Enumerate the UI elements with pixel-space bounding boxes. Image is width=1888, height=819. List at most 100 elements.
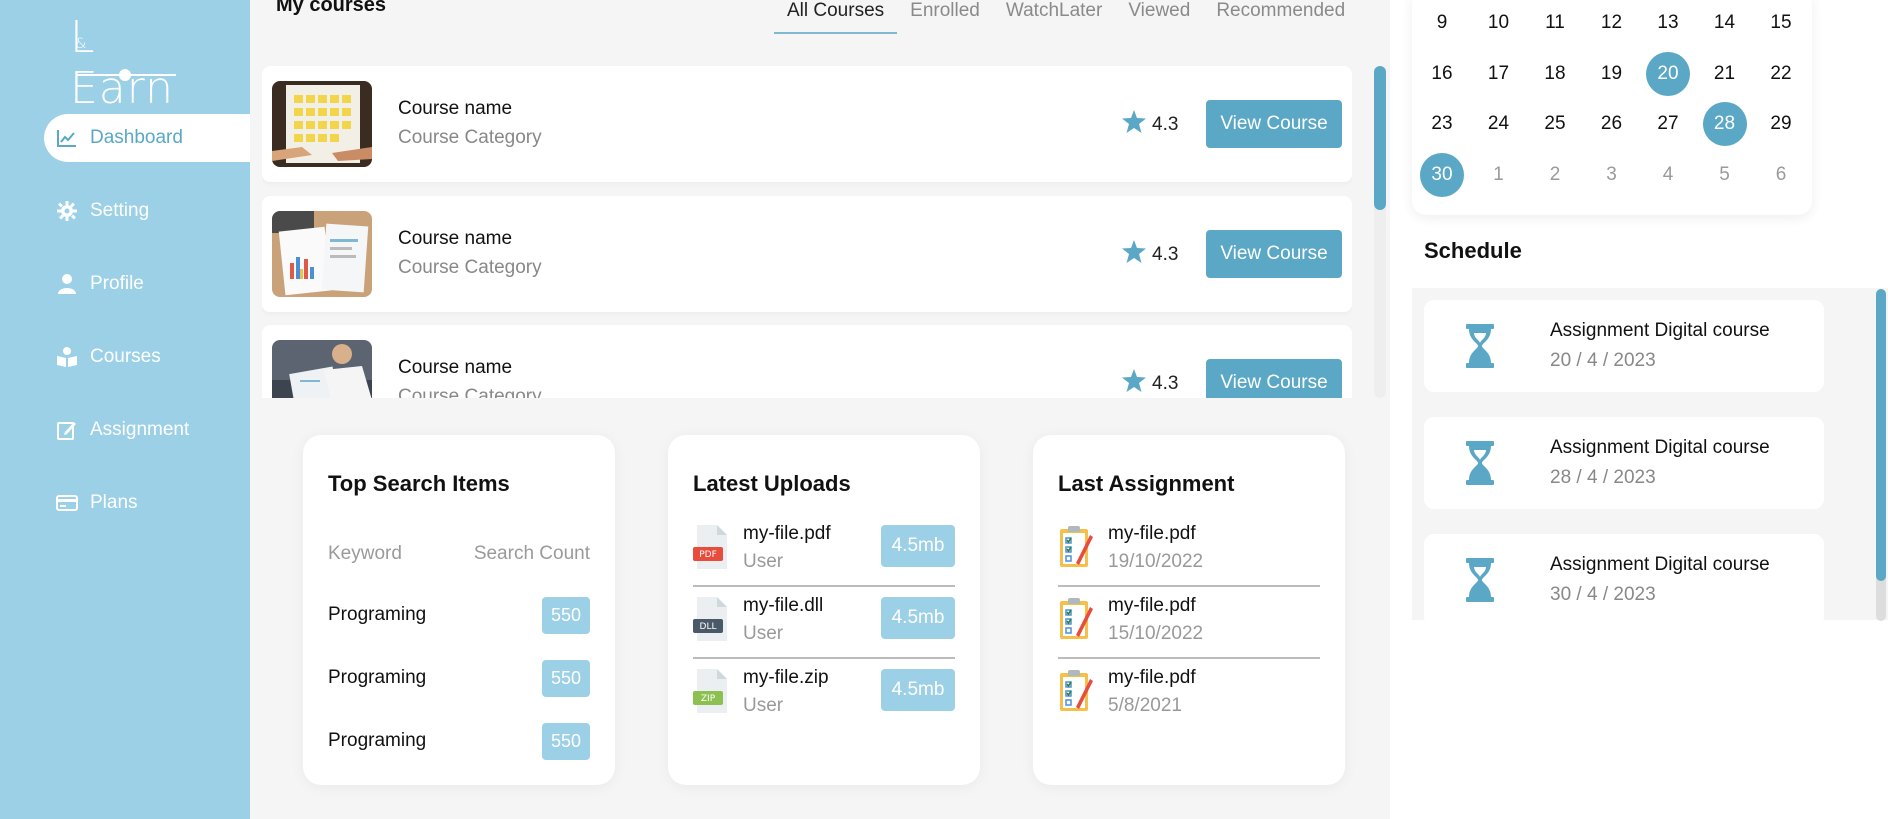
calendar: 9 10 11 12 13 14 15 16 17 18 19 20 21 22 23 24 25 26 27 28 2… xyxy=(1412,0,1812,215)
calendar-day[interactable]: 4 xyxy=(1646,153,1690,197)
schedule-list[interactable]: Assignment Digital course 20 / 4 / 2023 … xyxy=(1412,288,1888,620)
file-owner: User xyxy=(743,623,784,644)
list-item[interactable]: my-file.pdf 15/10/2022 xyxy=(1058,587,1320,659)
calendar-day[interactable]: 14 xyxy=(1703,1,1747,45)
calendar-day[interactable]: 18 xyxy=(1533,52,1577,96)
assignment-date: 15/10/2022 xyxy=(1108,623,1204,644)
sidebar: L&Earn Dashboard Setting Profile Courses… xyxy=(0,0,250,819)
book-reader-icon xyxy=(56,346,78,368)
schedule-item[interactable]: Assignment Digital course 20 / 4 / 2023 xyxy=(1424,300,1824,392)
page-title: My courses xyxy=(276,0,387,16)
sidebar-item-courses[interactable]: Courses xyxy=(44,333,250,381)
rating-value: 4.3 xyxy=(1152,113,1179,135)
calendar-day[interactable]: 17 xyxy=(1477,52,1521,96)
file-owner: User xyxy=(743,551,784,572)
list-item[interactable]: my-file.pdf 5/8/2021 xyxy=(1058,659,1320,731)
file-name: my-file.pdf xyxy=(1108,595,1196,616)
calendar-day[interactable]: 28 xyxy=(1702,102,1747,146)
clipboard-checklist-icon xyxy=(1058,669,1094,713)
sidebar-item-profile[interactable]: Profile xyxy=(44,260,250,308)
schedule-item[interactable]: Assignment Digital course 30 / 4 / 2023 xyxy=(1424,534,1824,620)
calendar-day[interactable]: 1 xyxy=(1477,153,1521,197)
list-item[interactable]: ZIP my-file.zip User 4.5mb xyxy=(693,659,955,731)
rating-value: 4.3 xyxy=(1152,243,1179,265)
star-icon xyxy=(1122,240,1146,269)
calendar-day[interactable]: 19 xyxy=(1590,52,1634,96)
right-column: 9 10 11 12 13 14 15 16 17 18 19 20 21 22 23 24 25 26 27 28 2… xyxy=(1390,0,1888,819)
schedule-scrollbar[interactable] xyxy=(1876,289,1886,621)
tab-recommended[interactable]: Recommended xyxy=(1203,0,1358,34)
calendar-day[interactable]: 24 xyxy=(1477,102,1521,146)
user-icon xyxy=(56,273,78,295)
course-name: Course name xyxy=(398,357,513,378)
list-item[interactable]: DLL my-file.dll User 4.5mb xyxy=(693,587,955,659)
clipboard-checklist-icon xyxy=(1058,597,1094,641)
schedule-item[interactable]: Assignment Digital course 28 / 4 / 2023 xyxy=(1424,417,1824,509)
calendar-day[interactable]: 9 xyxy=(1420,1,1464,45)
calendar-day[interactable]: 13 xyxy=(1646,1,1690,45)
scrollbar-thumb[interactable] xyxy=(1876,289,1886,581)
calendar-day[interactable]: 16 xyxy=(1420,52,1464,96)
file-name: my-file.dll xyxy=(743,595,824,616)
list-item[interactable]: PDF my-file.pdf User 4.5mb xyxy=(693,515,955,587)
sidebar-item-dashboard[interactable]: Dashboard xyxy=(44,114,250,162)
calendar-day[interactable]: 23 xyxy=(1420,102,1464,146)
calendar-day[interactable]: 12 xyxy=(1590,1,1634,45)
calendar-day[interactable]: 29 xyxy=(1759,102,1803,146)
tab-enrolled[interactable]: Enrolled xyxy=(897,0,993,34)
list-item: Programing 550 xyxy=(328,721,590,761)
calendar-day[interactable]: 30 xyxy=(1420,152,1464,197)
star-icon xyxy=(1122,110,1146,139)
course-category: Course Category xyxy=(398,386,542,398)
course-list[interactable]: Course name Course Category 4.3 View Cou… xyxy=(262,66,1352,398)
sidebar-item-plans[interactable]: Plans xyxy=(44,479,250,527)
hourglass-icon xyxy=(1460,324,1500,368)
calendar-day[interactable]: 26 xyxy=(1590,102,1634,146)
calendar-day[interactable]: 25 xyxy=(1533,102,1577,146)
view-course-button[interactable]: View Course xyxy=(1206,359,1342,398)
course-rating: 4.3 xyxy=(1122,240,1178,269)
tab-viewed[interactable]: Viewed xyxy=(1115,0,1203,34)
sidebar-item-assignment[interactable]: Assignment xyxy=(44,406,250,454)
tab-all-courses[interactable]: All Courses xyxy=(774,0,898,34)
search-count-header: Search Count xyxy=(473,543,590,564)
star-icon xyxy=(1122,369,1146,398)
tab-watchlater[interactable]: WatchLater xyxy=(993,0,1115,34)
svg-text:ZIP: ZIP xyxy=(701,694,716,704)
assignment-date: 19/10/2022 xyxy=(1108,551,1204,572)
schedule-item-date: 28 / 4 / 2023 xyxy=(1550,467,1656,488)
calendar-day[interactable]: 21 xyxy=(1703,52,1747,96)
file-name: my-file.pdf xyxy=(1108,667,1196,688)
course-tabs: All Courses Enrolled WatchLater Viewed R… xyxy=(774,0,1358,34)
file-name: my-file.pdf xyxy=(1108,523,1196,544)
calendar-day[interactable]: 20 xyxy=(1646,51,1690,96)
schedule-item-date: 20 / 4 / 2023 xyxy=(1550,350,1656,371)
view-course-button[interactable]: View Course xyxy=(1206,230,1342,278)
course-name: Course name xyxy=(398,228,513,249)
panel-title: Top Search Items xyxy=(328,471,510,496)
file-name: my-file.pdf xyxy=(743,523,831,544)
last-assignment-panel: Last Assignment my-file.pdf 19/10/2022 m… xyxy=(1033,435,1345,785)
sidebar-item-label: Setting xyxy=(90,200,150,221)
course-list-scrollbar[interactable] xyxy=(1374,66,1386,398)
dll-file-icon: DLL xyxy=(693,597,729,641)
sidebar-item-label: Plans xyxy=(90,492,138,513)
keyword: Programing xyxy=(328,667,427,688)
list-item[interactable]: my-file.pdf 19/10/2022 xyxy=(1058,515,1320,587)
calendar-day[interactable]: 15 xyxy=(1759,1,1803,45)
calendar-day[interactable]: 2 xyxy=(1533,153,1577,197)
calendar-day[interactable]: 6 xyxy=(1759,153,1803,197)
calendar-day[interactable]: 11 xyxy=(1533,1,1577,45)
logo[interactable]: L&Earn xyxy=(70,12,182,114)
hourglass-icon xyxy=(1460,441,1500,485)
sidebar-item-setting[interactable]: Setting xyxy=(44,187,250,235)
calendar-day[interactable]: 22 xyxy=(1759,52,1803,96)
scrollbar-thumb[interactable] xyxy=(1374,66,1386,210)
panel-title: Latest Uploads xyxy=(693,471,851,496)
calendar-day[interactable]: 5 xyxy=(1703,153,1747,197)
keyword: Programing xyxy=(328,730,427,751)
calendar-day[interactable]: 27 xyxy=(1646,102,1690,146)
calendar-day[interactable]: 3 xyxy=(1590,153,1634,197)
calendar-day[interactable]: 10 xyxy=(1477,1,1521,45)
view-course-button[interactable]: View Course xyxy=(1206,100,1342,148)
